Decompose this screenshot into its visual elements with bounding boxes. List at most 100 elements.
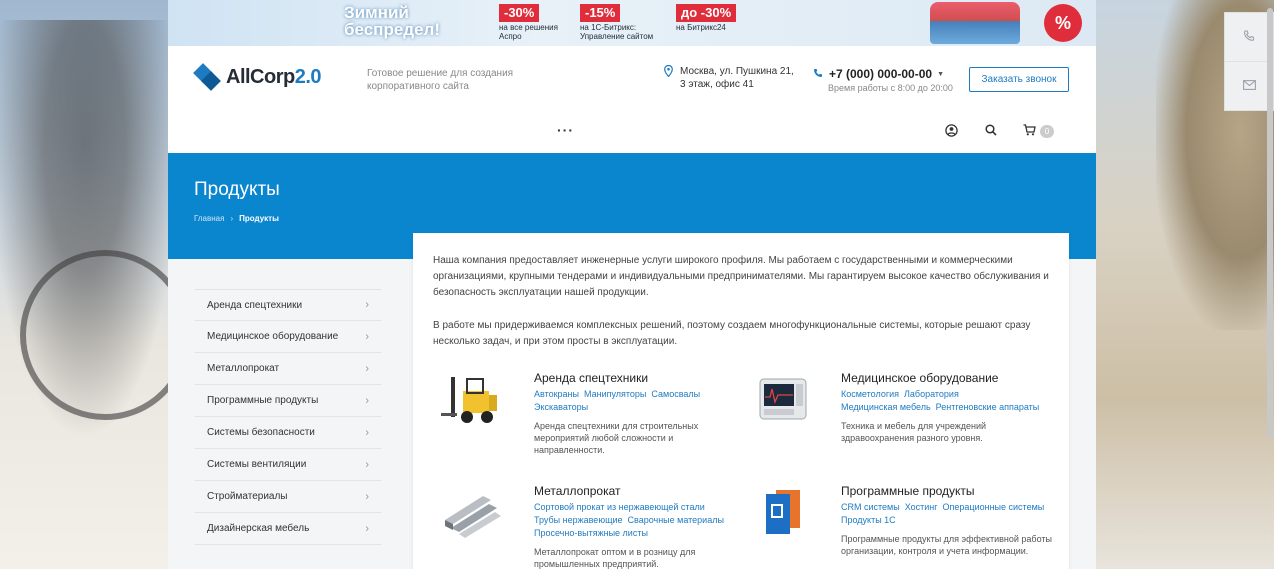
product-link[interactable]: Лаборатория: [904, 389, 959, 399]
product-link[interactable]: Манипуляторы: [584, 389, 646, 399]
intro-paragraph-2: В работе мы придерживаемся комплексных р…: [433, 319, 1031, 347]
background-cyclist-image: [0, 0, 168, 569]
product-link[interactable]: Автокраны: [534, 389, 579, 399]
product-card-equipment-rental: Аренда спецтехники Автокраны Манипуляторы…: [433, 371, 733, 471]
chevron-right-icon: ›: [365, 330, 369, 343]
forklift-image[interactable]: [433, 371, 513, 431]
sidebar-item-software[interactable]: Программные продукты ›: [195, 385, 381, 417]
logo[interactable]: AllCorp2.0: [193, 63, 322, 91]
product-link[interactable]: Рентгеновские аппараты: [936, 402, 1040, 412]
callback-button[interactable]: Заказать звонок: [969, 67, 1069, 92]
cart-count-badge: 0: [1040, 125, 1054, 138]
product-link[interactable]: Самосвалы: [651, 389, 700, 399]
product-description: Металлопрокат оптом и в розницу для пром…: [534, 547, 696, 569]
sidebar-item-security-systems[interactable]: Системы безопасности ›: [195, 417, 381, 449]
product-link[interactable]: Сварочные материалы: [628, 515, 724, 525]
chevron-right-icon: ›: [365, 522, 369, 535]
sidebar-item-label: Аренда спецтехники: [207, 299, 303, 311]
product-card-software: Программные продукты CRM системы Хостинг О…: [740, 484, 1052, 569]
product-link[interactable]: Продукты 1С: [841, 515, 896, 525]
promo-badge: -30%: [499, 4, 540, 22]
promo-offer-2: -15% на 1С-Битрикс: Управление сайтом: [580, 4, 653, 41]
sidebar-item-ventilation-systems[interactable]: Системы вентиляции ›: [195, 449, 381, 481]
product-title[interactable]: Медицинское оборудование: [841, 371, 1051, 385]
logo-mark-icon: [193, 63, 221, 91]
chevron-right-icon: ›: [365, 362, 369, 375]
product-description: Аренда спецтехники для строительных меро…: [534, 421, 699, 455]
product-link[interactable]: Медицинская мебель: [841, 402, 931, 412]
product-link[interactable]: Операционные системы: [943, 502, 1045, 512]
product-body: Медицинское оборудование Косметология Лаб…: [841, 371, 1051, 444]
user-icon[interactable]: [944, 124, 958, 138]
medical-monitor-image[interactable]: [740, 371, 820, 431]
scrollbar-thumb[interactable]: [1267, 8, 1273, 438]
sidebar-item-medical-equipment[interactable]: Медицинское оборудование ›: [195, 321, 381, 353]
breadcrumb: Главная › Продукты: [194, 214, 279, 223]
product-description: Техника и мебель для учреждений здравоох…: [841, 421, 987, 443]
product-title[interactable]: Металлопрокат: [534, 484, 744, 498]
chevron-down-icon[interactable]: ▼: [937, 71, 944, 78]
sidebar-item-label: Стройматериалы: [207, 491, 288, 502]
address-text: Москва, ул. Пушкина 21, 3 этаж, офис 41: [680, 66, 794, 90]
product-link[interactable]: Просечно-вытяжные листы: [534, 528, 648, 538]
work-hours: Время работы с 8:00 до 20:00: [828, 83, 953, 93]
product-links: Косметология Лаборатория Медицинская мебел…: [841, 388, 1051, 414]
header-phone[interactable]: +7 (000) 000-00-00 ▼ Время работы с 8:00…: [813, 67, 953, 93]
sidebar-item-label: Системы безопасности: [207, 427, 315, 438]
site-header: AllCorp2.0 Готовое решение для создания …: [168, 46, 1096, 153]
sidebar-item-metal-products[interactable]: Металлопрокат ›: [195, 353, 381, 385]
promo-banner[interactable]: Зимний беспредел! -30% на все решения Асп…: [168, 0, 1096, 46]
logo-text: AllCorp2.0: [226, 65, 322, 88]
page-title: Продукты: [194, 179, 280, 200]
phone-icon: [813, 68, 823, 81]
map-pin-icon: [664, 64, 674, 78]
product-title[interactable]: Аренда спецтехники: [534, 371, 744, 385]
product-link[interactable]: Сортовой прокат из нержавеющей стали: [534, 502, 705, 512]
promo-title-line1: Зимний: [344, 3, 409, 22]
phone-call-icon: [1243, 29, 1255, 45]
product-body: Металлопрокат Сортовой прокат из нержаве…: [534, 484, 744, 569]
product-title[interactable]: Программные продукты: [841, 484, 1051, 498]
product-link[interactable]: Экскаваторы: [534, 402, 588, 412]
promo-title: Зимний беспредел!: [344, 4, 440, 38]
search-icon[interactable]: [984, 124, 998, 138]
header-address: Москва, ул. Пушкина 21, 3 этаж, офис 41: [664, 64, 800, 91]
sidebar-item-label: Дизайнерская мебель: [207, 523, 310, 534]
chevron-right-icon: ›: [365, 490, 369, 503]
promo-offer-1: -30% на все решения Аспро: [499, 4, 558, 41]
chevron-right-icon: ›: [365, 299, 369, 311]
percent-icon: %: [1044, 4, 1082, 42]
intro-text: Наша компания предоставляет инженерные у…: [433, 253, 1053, 350]
product-link[interactable]: Трубы нержавеющие: [534, 515, 623, 525]
promo-car-image: [930, 2, 1020, 44]
product-links: Автокраны Манипуляторы Самосвалы Экскаватор…: [534, 388, 744, 414]
product-link[interactable]: Косметология: [841, 389, 899, 399]
breadcrumb-home-link[interactable]: Главная: [194, 214, 224, 223]
metal-profiles-image[interactable]: [433, 484, 513, 544]
sidebar-item-equipment-rental[interactable]: Аренда спецтехники ›: [195, 289, 381, 321]
sidebar-item-designer-furniture[interactable]: Дизайнерская мебель ›: [195, 513, 381, 545]
promo-badge: до -30%: [676, 4, 737, 22]
chevron-right-icon: ›: [365, 458, 369, 471]
product-link[interactable]: CRM системы: [841, 502, 900, 512]
product-link[interactable]: Хостинг: [905, 502, 938, 512]
chevron-right-icon: ›: [365, 426, 369, 439]
sidebar-item-building-materials[interactable]: Стройматериалы ›: [195, 481, 381, 513]
menu-more-button[interactable]: ···: [557, 122, 574, 138]
product-body: Программные продукты CRM системы Хостинг О…: [841, 484, 1052, 557]
product-body: Аренда спецтехники Автокраны Манипуляторы…: [534, 371, 744, 456]
promo-title-line2: беспредел!: [344, 20, 440, 39]
page-scrollbar[interactable]: [1266, 0, 1274, 569]
breadcrumb-separator: ›: [230, 214, 234, 223]
breadcrumb-current: Продукты: [239, 214, 279, 223]
product-card-metal-products: Металлопрокат Сортовой прокат из нержаве…: [433, 484, 733, 569]
main-content-card: Наша компания предоставляет инженерные у…: [413, 233, 1069, 569]
cart-icon[interactable]: [1022, 124, 1036, 138]
promo-badge: -15%: [580, 4, 621, 22]
intro-paragraph-1: Наша компания предоставляет инженерные у…: [433, 255, 1049, 299]
sidebar-item-label: Программные продукты: [207, 395, 319, 406]
phone-number[interactable]: +7 (000) 000-00-00: [829, 67, 932, 81]
promo-offer-text: на 1С-Битрикс: Управление сайтом: [580, 23, 654, 41]
promo-offer-text: на Битрикс24: [676, 23, 726, 32]
software-boxes-image[interactable]: [740, 484, 820, 544]
